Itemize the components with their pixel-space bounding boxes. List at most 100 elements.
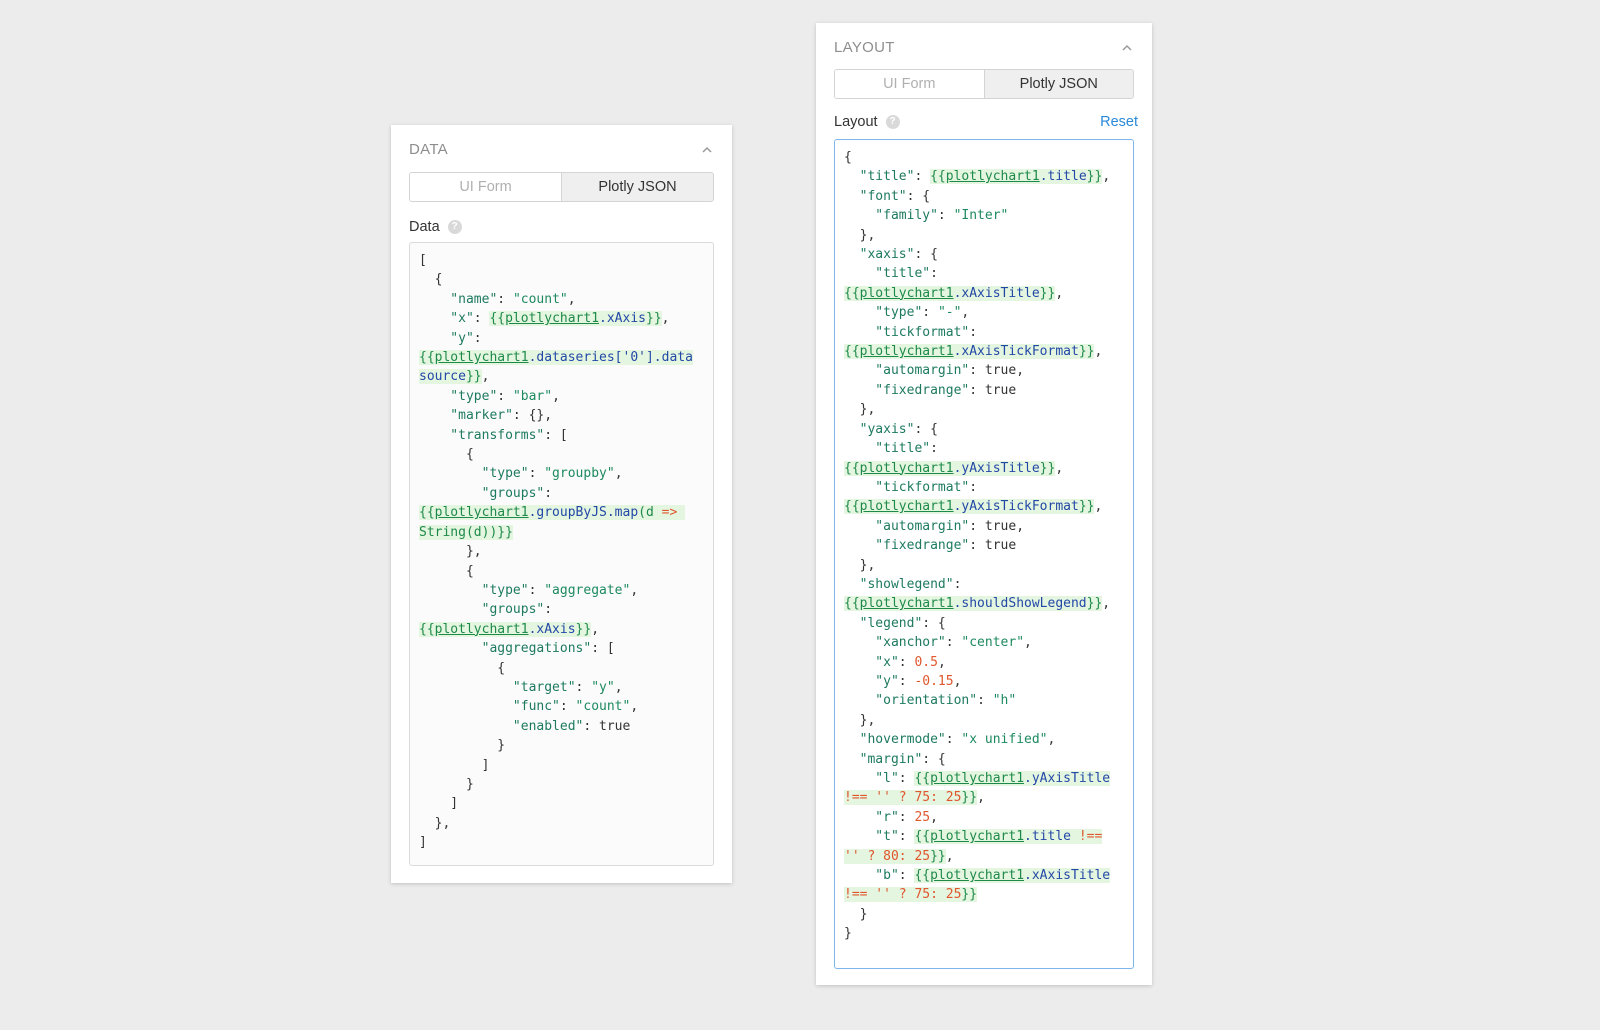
code-token: "tickformat"	[844, 479, 970, 495]
code-token: :	[528, 582, 545, 598]
code-token: "type"	[844, 305, 923, 321]
code-token: [	[419, 253, 427, 268]
data-field-row: Data ?	[409, 217, 718, 237]
code-line: '' ? 80: 25}},	[844, 847, 1124, 866]
code-line: "legend": {	[844, 614, 1124, 633]
code-token: "target"	[419, 679, 576, 695]
layout-field-label: Layout	[834, 114, 878, 130]
code-token: "y"	[591, 679, 615, 695]
code-token: "title"	[844, 441, 931, 457]
code-token: : [	[591, 641, 615, 657]
code-line: "name": "count",	[419, 290, 704, 309]
code-token: plotlychart1	[930, 771, 1025, 786]
code-token: "name"	[419, 291, 498, 307]
code-token: ,	[953, 673, 962, 689]
code-token: "center"	[961, 635, 1025, 651]
code-token: "Inter"	[953, 208, 1009, 224]
code-line: }	[419, 775, 704, 794]
code-line: "automargin": true,	[844, 361, 1124, 380]
code-token: : {	[906, 188, 931, 204]
code-token: source	[419, 369, 466, 385]
code-token: =>	[661, 505, 678, 521]
code-token: .shouldShowLegend	[953, 596, 1087, 612]
code-token: }}	[1078, 344, 1095, 360]
code-token: :	[977, 693, 993, 709]
code-token: -0.15	[914, 673, 954, 689]
code-token: plotlychart1	[434, 505, 529, 521]
code-token: ,	[481, 369, 490, 385]
code-token: "groups"	[419, 602, 545, 618]
code-token: "orientation"	[844, 693, 978, 709]
code-line: },	[844, 226, 1124, 245]
code-line: "type": "-",	[844, 303, 1124, 322]
code-token: {{	[419, 350, 435, 366]
code-token: }}	[930, 848, 946, 864]
code-token: "y"	[419, 330, 474, 346]
code-line: "title":	[844, 264, 1124, 283]
code-token: "x"	[419, 311, 474, 327]
code-line: "showlegend":	[844, 575, 1124, 594]
code-token: :	[497, 388, 513, 404]
code-token: .dataseries['0'].data	[528, 350, 693, 366]
code-token: plotlychart1	[434, 350, 529, 366]
code-token: :	[945, 732, 962, 748]
code-token: plotlychart1	[859, 460, 954, 476]
code-line: ]	[419, 756, 704, 775]
code-token: }}	[1078, 499, 1095, 515]
code-token: ,	[1055, 285, 1064, 301]
code-token: ,	[1102, 596, 1111, 612]
code-token: plotlychart1	[930, 829, 1025, 845]
code-token: "legend"	[844, 615, 923, 631]
code-line: {{plotlychart1.dataseries['0'].data	[419, 348, 704, 367]
code-token: }	[419, 776, 474, 792]
reset-link[interactable]: Reset	[1100, 114, 1138, 130]
data-tab-ui-form[interactable]: UI Form	[410, 173, 561, 201]
code-line: },	[844, 400, 1124, 419]
code-line: {	[419, 659, 704, 678]
code-line: "title":	[844, 439, 1124, 458]
code-line: "t": {{plotlychart1.title !==	[844, 827, 1124, 846]
code-line: "l": {{plotlychart1.yAxisTitle	[844, 769, 1124, 788]
code-token: plotlychart1	[859, 344, 954, 360]
layout-panel-header[interactable]: LAYOUT	[834, 37, 1134, 57]
code-token: : true,	[969, 518, 1025, 534]
code-token: "transforms"	[419, 427, 545, 443]
layout-tab-ui-form[interactable]: UI Form	[835, 70, 984, 98]
code-token: : {	[914, 421, 938, 437]
code-token: :	[898, 771, 915, 786]
code-line: },	[844, 556, 1124, 575]
help-icon[interactable]: ?	[447, 220, 462, 234]
data-panel-header[interactable]: DATA	[409, 139, 714, 159]
code-token: ,	[1055, 460, 1064, 476]
code-token: : {	[922, 751, 946, 767]
layout-json-editor[interactable]: { "title": {{plotlychart1.title}}, "font…	[834, 139, 1134, 969]
chevron-up-icon[interactable]	[700, 142, 714, 156]
code-line: "hovermode": "x unified",	[844, 730, 1124, 749]
code-line: "orientation": "h"	[844, 691, 1124, 710]
code-token: :	[969, 324, 978, 340]
code-line: "groups":	[419, 484, 704, 503]
code-token: String(d))}}	[419, 524, 513, 540]
code-token: ,	[614, 679, 623, 695]
code-token: "type"	[419, 388, 498, 404]
code-token: "count"	[512, 291, 568, 307]
code-line: "y": -0.15,	[844, 672, 1124, 691]
code-line: "yaxis": {	[844, 420, 1124, 439]
data-json-editor[interactable]: [ { "name": "count", "x": {{plotlychart1…	[409, 242, 714, 866]
code-token: ,	[567, 291, 576, 307]
help-icon[interactable]: ?	[885, 115, 900, 129]
code-line: {{plotlychart1.xAxisTickFormat}},	[844, 342, 1124, 361]
code-token: ,	[1094, 499, 1103, 515]
chevron-up-icon[interactable]	[1120, 40, 1134, 54]
layout-field-row: Layout ? Reset	[834, 112, 1138, 132]
code-line: {{plotlychart1.yAxisTickFormat}},	[844, 497, 1124, 516]
layout-panel: LAYOUT UI Form Plotly JSON Layout ? Rese…	[816, 23, 1152, 985]
data-field-label: Data	[409, 219, 440, 235]
code-token: }}	[575, 621, 592, 637]
code-token: plotlychart1	[930, 868, 1025, 884]
code-token: : {	[922, 615, 946, 631]
data-tab-plotly-json[interactable]: Plotly JSON	[561, 173, 713, 201]
code-line: {{plotlychart1.xAxisTitle}},	[844, 284, 1124, 303]
layout-tab-plotly-json[interactable]: Plotly JSON	[983, 70, 1133, 98]
code-token: "h"	[992, 693, 1017, 709]
